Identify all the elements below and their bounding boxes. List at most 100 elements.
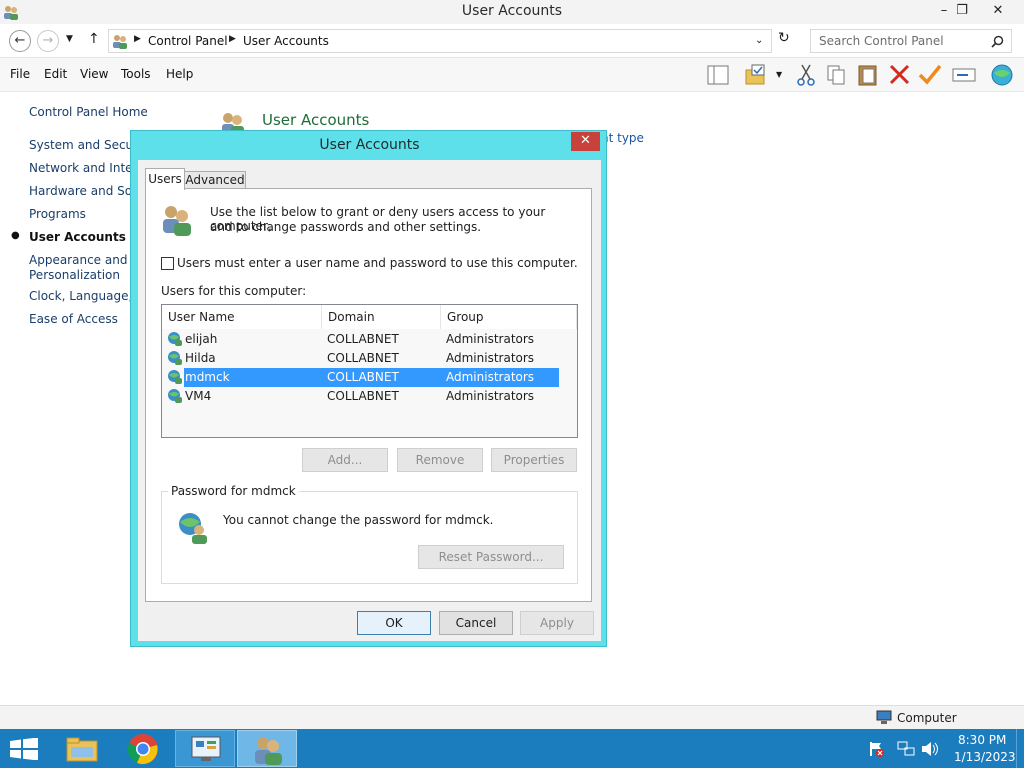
paste-icon[interactable] bbox=[854, 62, 882, 88]
cut-icon[interactable] bbox=[792, 62, 820, 88]
forward-button[interactable]: → bbox=[37, 30, 59, 52]
sidebar-item-system-security[interactable]: System and Securit bbox=[29, 138, 146, 152]
network-icon[interactable] bbox=[897, 741, 915, 757]
taskbar-control-panel[interactable] bbox=[175, 730, 235, 767]
sidebar-item-clock-language[interactable]: Clock, Language, a bbox=[29, 289, 143, 303]
require-login-checkbox[interactable] bbox=[161, 257, 174, 270]
table-row-selected[interactable]: mdmck COLLABNET Administrators bbox=[164, 368, 559, 387]
breadcrumb-separator-icon: ▶ bbox=[229, 34, 236, 44]
tab-users[interactable]: Users bbox=[145, 168, 185, 190]
user-name-cell: mdmck bbox=[185, 370, 230, 384]
search-icon[interactable] bbox=[991, 35, 1004, 48]
remove-user-button[interactable]: Remove bbox=[397, 448, 483, 472]
volume-icon[interactable] bbox=[921, 741, 939, 757]
table-row[interactable]: elijah COLLABNET Administrators bbox=[164, 330, 559, 349]
taskbar-chrome[interactable] bbox=[113, 730, 173, 767]
sidebar-item-network-internet[interactable]: Network and Intern bbox=[29, 161, 145, 175]
up-arrow-icon[interactable]: ↑ bbox=[88, 31, 100, 47]
reset-password-button[interactable]: Reset Password... bbox=[418, 545, 564, 569]
menu-view[interactable]: View bbox=[80, 67, 108, 81]
group-cell: Administrators bbox=[446, 332, 535, 346]
password-message: You cannot change the password for mdmck… bbox=[223, 513, 494, 527]
user-accounts-icon bbox=[255, 737, 282, 765]
add-user-button[interactable]: Add... bbox=[302, 448, 388, 472]
menu-tools[interactable]: Tools bbox=[121, 67, 151, 81]
show-desktop-button[interactable] bbox=[1016, 729, 1024, 768]
group-cell: Administrators bbox=[446, 389, 535, 403]
menu-help[interactable]: Help bbox=[166, 67, 193, 81]
user-globe-icon bbox=[168, 332, 182, 346]
column-header-group[interactable]: Group bbox=[441, 305, 577, 329]
breadcrumb-user-accounts[interactable]: User Accounts bbox=[243, 34, 329, 48]
chrome-icon bbox=[127, 734, 158, 765]
rename-icon[interactable] bbox=[950, 62, 978, 88]
properties-button[interactable]: Properties bbox=[491, 448, 577, 472]
taskbar-file-explorer[interactable] bbox=[53, 730, 113, 767]
users-list[interactable]: User Name Domain Group elijah COLLABNET … bbox=[161, 304, 578, 438]
taskbar-user-accounts[interactable] bbox=[237, 730, 297, 767]
group-cell: Administrators bbox=[446, 370, 535, 384]
user-name-cell: VM4 bbox=[185, 389, 212, 403]
sidebar-item-user-accounts[interactable]: User Accounts bbox=[29, 230, 126, 244]
require-login-label: Users must enter a user name and passwor… bbox=[177, 256, 578, 270]
status-bar: Computer bbox=[0, 705, 1024, 729]
search-box[interactable]: Search Control Panel bbox=[810, 29, 1012, 53]
layout-icon[interactable] bbox=[704, 62, 732, 88]
tab-advanced[interactable]: Advanced bbox=[184, 171, 246, 189]
navigation-bar: ← → ▼ ↑ ▶ Control Panel ▶ User Accounts … bbox=[0, 24, 1024, 58]
back-button[interactable]: ← bbox=[9, 30, 31, 52]
user-accounts-icon bbox=[113, 35, 127, 49]
properties-check-icon[interactable] bbox=[916, 62, 944, 88]
dialog-title: User Accounts bbox=[319, 137, 420, 153]
clock-time[interactable]: 8:30 PM bbox=[958, 733, 1006, 747]
address-bar[interactable]: ▶ Control Panel ▶ User Accounts ⌄ bbox=[108, 29, 772, 53]
table-row[interactable]: Hilda COLLABNET Administrators bbox=[164, 349, 559, 368]
computer-icon bbox=[876, 710, 892, 724]
column-header-user-name[interactable]: User Name bbox=[162, 305, 322, 329]
windows-start-icon[interactable] bbox=[10, 738, 38, 760]
column-header-domain[interactable]: Domain bbox=[322, 305, 441, 329]
globe-icon[interactable] bbox=[988, 62, 1016, 88]
window-title: User Accounts bbox=[461, 3, 563, 19]
intro-text-line2: and to change passwords and other settin… bbox=[210, 220, 482, 234]
users-tab-panel: Use the list below to grant or deny user… bbox=[145, 188, 592, 602]
domain-cell: COLLABNET bbox=[327, 351, 399, 365]
active-item-bullet-icon: ● bbox=[11, 230, 20, 241]
sidebar-item-programs[interactable]: Programs bbox=[29, 207, 86, 221]
folder-check-icon[interactable] bbox=[742, 62, 770, 88]
user-name-cell: elijah bbox=[185, 332, 218, 346]
cancel-button[interactable]: Cancel bbox=[439, 611, 513, 635]
users-list-label: Users for this computer: bbox=[161, 284, 307, 298]
close-button[interactable]: ✕ bbox=[982, 0, 1014, 22]
recent-locations-chevron-icon[interactable]: ▼ bbox=[66, 34, 73, 44]
sidebar-item-ease-of-access[interactable]: Ease of Access bbox=[29, 312, 118, 326]
table-row[interactable]: VM4 COLLABNET Administrators bbox=[164, 387, 559, 406]
status-location: Computer bbox=[897, 711, 957, 725]
action-center-flag-icon[interactable] bbox=[868, 741, 884, 757]
ok-button[interactable]: OK bbox=[357, 611, 431, 635]
chevron-down-icon[interactable]: ▼ bbox=[776, 70, 782, 79]
menu-edit[interactable]: Edit bbox=[44, 67, 67, 81]
user-name-cell: Hilda bbox=[185, 351, 216, 365]
user-globe-icon bbox=[168, 389, 182, 403]
copy-icon[interactable] bbox=[822, 62, 850, 88]
apply-button[interactable]: Apply bbox=[520, 611, 594, 635]
folder-icon bbox=[66, 737, 98, 762]
page-title: User Accounts bbox=[262, 111, 370, 129]
control-panel-home-link[interactable]: Control Panel Home bbox=[29, 105, 148, 119]
address-dropdown-chevron-icon[interactable]: ⌄ bbox=[755, 35, 763, 46]
user-globe-icon bbox=[168, 351, 182, 365]
search-input[interactable]: Search Control Panel bbox=[819, 34, 944, 48]
domain-cell: COLLABNET bbox=[327, 389, 399, 403]
menu-file[interactable]: File bbox=[10, 67, 30, 81]
user-globe-icon bbox=[168, 370, 182, 384]
menu-bar: File Edit View Tools Help ▼ bbox=[0, 58, 1024, 92]
delete-icon[interactable] bbox=[886, 62, 914, 88]
dialog-close-button[interactable]: ✕ bbox=[571, 132, 600, 151]
restore-button[interactable]: ❐ bbox=[946, 0, 978, 22]
clock-date[interactable]: 1/13/2023 bbox=[954, 750, 1016, 764]
sidebar-item-appearance[interactable]: Appearance and Personalization bbox=[29, 253, 127, 283]
breadcrumb-control-panel[interactable]: Control Panel bbox=[148, 34, 228, 48]
refresh-icon[interactable]: ↻ bbox=[778, 30, 790, 46]
dialog-body: Users Advanced Use the list below to gra… bbox=[138, 160, 601, 641]
